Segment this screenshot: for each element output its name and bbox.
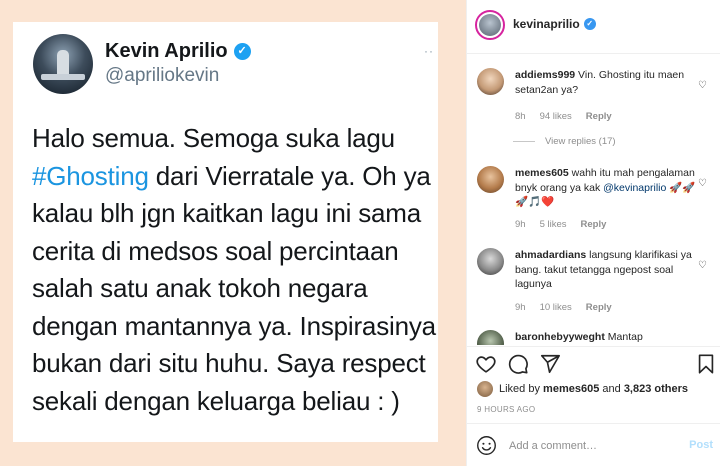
liker-username[interactable]: memes605 — [543, 383, 599, 395]
author-username-link[interactable]: kevinaprilio ✓ — [513, 17, 596, 31]
verified-icon: ✓ — [583, 18, 596, 30]
tweet-line: sekali dengan keluarga beliau : ) — [32, 385, 400, 416]
liker-avatar[interactable] — [477, 381, 493, 397]
reply-button[interactable]: Reply — [581, 219, 607, 230]
comment-bubble-icon[interactable] — [507, 353, 529, 375]
post-image: Kevin Aprilio ✓ @apriliokevin ·· Halo se… — [0, 0, 466, 466]
liked-by-prefix: Liked by — [499, 383, 540, 395]
comment-likes[interactable]: 94 likes — [540, 111, 572, 122]
comment-body: Mantap — [607, 331, 643, 343]
tweet-line: Halo semua. Semoga suka lagu — [32, 123, 395, 153]
commenter-username[interactable]: baronhebyyweght — [515, 331, 605, 343]
commenter-avatar[interactable] — [477, 166, 504, 193]
comment-likes[interactable]: 5 likes — [540, 219, 567, 230]
reply-button[interactable]: Reply — [586, 111, 612, 122]
likes-count-link[interactable]: 3,823 others — [624, 383, 688, 395]
share-send-icon[interactable] — [539, 353, 561, 375]
comment-meta: 9h 5 likes Reply — [515, 219, 606, 230]
tweet-line: cerita di medsos soal percintaan — [32, 235, 399, 266]
comment-time[interactable]: 8h — [515, 111, 526, 122]
liked-by-text: Liked by memes605 and 3,823 others — [499, 383, 688, 395]
view-replies-button[interactable]: View replies (17) — [513, 136, 616, 147]
tweet-line: dengan mantannya ya. Inspirasinya — [32, 310, 436, 341]
comment-time[interactable]: 9h — [515, 219, 526, 230]
comment-likes[interactable]: 10 likes — [540, 302, 572, 313]
tweet-line: kalau blh jgn kaitkan lagu ini sama — [32, 198, 422, 228]
commenter-username[interactable]: ahmadardians — [515, 249, 586, 261]
post-timestamp[interactable]: 9 HOURS AGO — [477, 405, 535, 414]
tweet-text: Halo semua. Semoga suka lagu #Ghosting d… — [32, 120, 436, 420]
commenter-avatar[interactable] — [477, 68, 504, 95]
add-comment-bar: Post — [467, 423, 720, 466]
hashtag: #Ghosting — [32, 160, 149, 191]
comment-meta: 8h 94 likes Reply — [515, 111, 612, 122]
liked-by-and: and — [602, 383, 621, 395]
tweet-author-handle: @apriliokevin — [105, 65, 220, 86]
more-options-icon: ·· — [424, 44, 434, 58]
liked-by-row: Liked by memes605 and 3,823 others — [477, 381, 688, 397]
comment-time[interactable]: 9h — [515, 302, 526, 313]
like-comment-heart-icon[interactable]: ♡ — [698, 178, 707, 189]
author-username[interactable]: kevinaprilio — [513, 17, 580, 31]
mention-link[interactable]: @kevinaprilio — [603, 182, 666, 194]
comment-meta: 9h 10 likes Reply — [515, 302, 612, 313]
reply-button[interactable]: Reply — [586, 302, 612, 313]
tweet-line: bukan dari situ huhu. Saya respect — [32, 348, 426, 378]
comment-text: memes605 wahh itu mah pengalaman bnyk or… — [515, 166, 697, 210]
emoji-icon[interactable] — [476, 435, 497, 456]
verified-icon: ✓ — [233, 43, 251, 60]
comment-text: baronhebyyweght Mantap — [515, 330, 697, 345]
tweet-line: #Ghosting dari Vierratale ya. Oh ya — [32, 158, 432, 196]
save-bookmark-icon[interactable] — [695, 353, 717, 375]
post-actions-bar — [467, 346, 720, 380]
tweet-name-row: Kevin Aprilio ✓ — [105, 40, 251, 63]
commenter-avatar[interactable] — [477, 248, 504, 275]
author-avatar[interactable] — [475, 10, 505, 40]
tweet-avatar — [33, 34, 93, 94]
post-header: kevinaprilio ✓ — [467, 0, 720, 54]
tweet-card: Kevin Aprilio ✓ @apriliokevin ·· Halo se… — [13, 22, 438, 442]
like-comment-heart-icon[interactable]: ♡ — [698, 260, 707, 271]
tweet-author-name: Kevin Aprilio — [105, 40, 228, 62]
tweet-line-text: dari Vierratale ya. Oh ya — [155, 160, 431, 191]
commenter-avatar[interactable] — [477, 330, 504, 345]
tweet-line: salah satu anak tokoh negara — [32, 273, 368, 303]
view-replies-label[interactable]: View replies (17) — [545, 136, 616, 147]
comment-text: addiems999 Vin. Ghosting itu maen setan2… — [515, 68, 697, 97]
post-comment-button[interactable]: Post — [689, 439, 713, 451]
post-side-panel: kevinaprilio ✓ addiems999 Vin. Ghosting … — [466, 0, 720, 466]
commenter-username[interactable]: addiems999 — [515, 69, 575, 81]
divider — [513, 141, 535, 142]
comments-list[interactable]: addiems999 Vin. Ghosting itu maen setan2… — [467, 55, 720, 345]
like-comment-heart-icon[interactable]: ♡ — [698, 80, 707, 91]
comment-text: ahmadardians langsung klarifikasi ya ban… — [515, 248, 697, 292]
commenter-username[interactable]: memes605 — [515, 167, 569, 179]
add-comment-input[interactable] — [509, 436, 669, 456]
like-heart-icon[interactable] — [475, 353, 497, 375]
